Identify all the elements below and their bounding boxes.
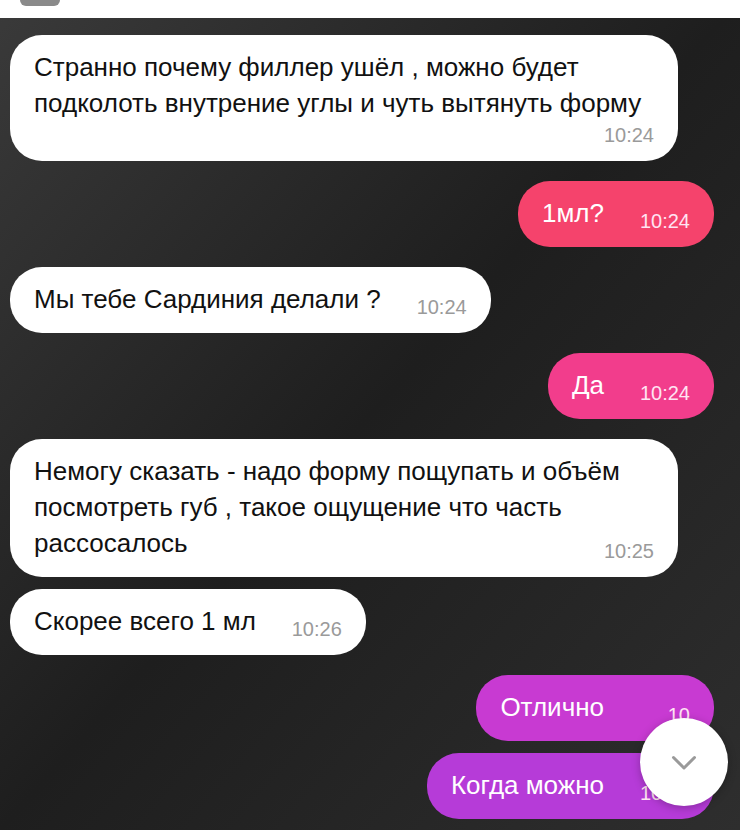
- message-list: Странно почему филлер ушёл , можно будет…: [0, 18, 740, 819]
- message-text: 1мл?: [542, 198, 604, 228]
- message-text: Отлично: [500, 692, 604, 722]
- message-text: Да: [572, 370, 604, 400]
- message-time: 10:25: [604, 539, 654, 563]
- outgoing-message-row: Отлично10: [0, 675, 740, 741]
- incoming-message-row: Мы тебе Сардиния делали ? 10:24: [0, 267, 740, 333]
- message-bubble[interactable]: Немогу сказать - надо форму пощупать и о…: [10, 439, 678, 577]
- message-text: Немогу сказать - надо форму пощупать и о…: [34, 456, 620, 558]
- chevron-down-icon: [666, 744, 702, 780]
- message-text: Скорее всего 1 мл: [34, 606, 256, 636]
- outgoing-message-row: Да 10:24: [0, 353, 740, 419]
- top-bar: [0, 0, 740, 18]
- message-text: Мы тебе Сардиния делали ?: [34, 284, 381, 314]
- message-time: 10:24: [640, 209, 690, 233]
- message-time: 10:26: [292, 617, 342, 641]
- scroll-down-button[interactable]: [640, 718, 728, 806]
- message-time: 10:24: [417, 295, 467, 319]
- message-bubble[interactable]: Скорее всего 1 мл 10:26: [10, 589, 366, 655]
- message-bubble[interactable]: Мы тебе Сардиния делали ? 10:24: [10, 267, 491, 333]
- message-bubble[interactable]: 1мл? 10:24: [518, 181, 714, 247]
- message-bubble[interactable]: Да 10:24: [548, 353, 714, 419]
- message-time: 10:24: [640, 381, 690, 405]
- outgoing-message-row: 1мл? 10:24: [0, 181, 740, 247]
- incoming-message-row: Скорее всего 1 мл 10:26: [0, 589, 740, 655]
- message-time: 10:24: [604, 123, 654, 147]
- message-text: Когда можно: [451, 770, 604, 800]
- incoming-message-row: Немогу сказать - надо форму пощупать и о…: [0, 439, 740, 577]
- message-text: Странно почему филлер ушёл , можно будет…: [34, 52, 641, 118]
- avatar-icon: [20, 0, 60, 6]
- chat-screen: Странно почему филлер ушёл , можно будет…: [0, 0, 740, 830]
- outgoing-message-row: Когда можно10:28: [0, 753, 740, 819]
- incoming-message-row: Странно почему филлер ушёл , можно будет…: [0, 35, 740, 161]
- message-bubble[interactable]: Странно почему филлер ушёл , можно будет…: [10, 35, 678, 161]
